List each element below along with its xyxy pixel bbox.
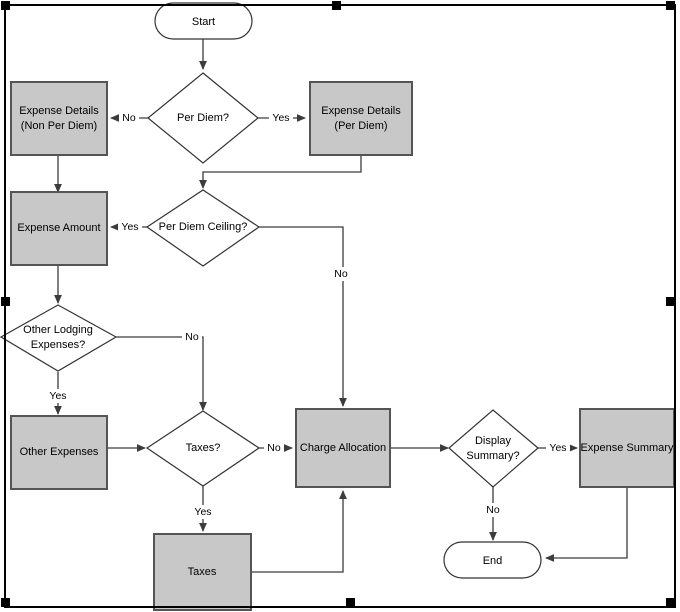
node-per-diem-ceiling-label: Per Diem Ceiling? bbox=[159, 221, 248, 233]
node-start[interactable]: Start bbox=[154, 2, 253, 40]
node-taxes-decision-label: Taxes? bbox=[186, 442, 221, 454]
node-per-diem-decision[interactable]: Per Diem? bbox=[147, 72, 259, 164]
edge-label-lodging-no: No bbox=[185, 331, 199, 343]
node-expense-summary[interactable]: Expense Summary bbox=[579, 408, 675, 488]
edge-label-per-diem-no: No bbox=[122, 112, 136, 124]
node-other-lodging-expenses-label-line2: Expenses? bbox=[31, 339, 85, 351]
edge-label-summary-no: No bbox=[486, 504, 500, 516]
edge-label-lodging-yes: Yes bbox=[49, 390, 66, 402]
edge-label-taxes-no: No bbox=[267, 442, 281, 454]
node-expense-details-non-per-diem[interactable]: Expense Details (Non Per Diem) bbox=[10, 81, 108, 156]
node-taxes-process-label: Taxes bbox=[188, 566, 217, 578]
node-end[interactable]: End bbox=[443, 541, 542, 579]
flowchart-canvas: Expense Details (Non Per Diem) --> Expen… bbox=[0, 0, 680, 612]
resize-handle-middle-left[interactable] bbox=[1, 297, 10, 306]
node-expense-details-per-diem[interactable]: Expense Details (Per Diem) bbox=[309, 81, 413, 156]
node-charge-allocation-label: Charge Allocation bbox=[300, 442, 386, 454]
connector-lodging-no bbox=[116, 336, 207, 411]
resize-handle-bottom-right[interactable] bbox=[666, 598, 675, 607]
edge-label-summary-yes: Yes bbox=[549, 442, 566, 454]
node-taxes-decision[interactable]: Taxes? bbox=[145, 410, 261, 487]
node-expense-details-non-per-diem-label-line2: (Non Per Diem) bbox=[21, 120, 97, 132]
resize-handle-top-right[interactable] bbox=[666, 1, 675, 10]
connector-taxes-to-charge-allocation bbox=[251, 490, 347, 573]
node-expense-details-non-per-diem-label-line1: Expense Details bbox=[19, 105, 99, 117]
node-expense-summary-label: Expense Summary bbox=[581, 442, 674, 454]
flowchart-diagram: Expense Details (Non Per Diem) --> Expen… bbox=[0, 1, 676, 611]
resize-handle-bottom-center[interactable] bbox=[346, 598, 355, 607]
node-display-summary-label-line2: Summary? bbox=[466, 450, 519, 462]
node-charge-allocation[interactable]: Charge Allocation bbox=[295, 408, 391, 488]
edge-label-per-diem-yes: Yes bbox=[272, 112, 289, 124]
resize-handle-top-center[interactable] bbox=[332, 1, 341, 10]
node-expense-details-per-diem-label-line1: Expense Details bbox=[321, 105, 401, 117]
node-per-diem-ceiling-decision[interactable]: Per Diem Ceiling? bbox=[145, 189, 261, 267]
edge-label-taxes-yes: Yes bbox=[194, 506, 211, 518]
node-expense-amount-label: Expense Amount bbox=[17, 222, 100, 234]
node-other-expenses[interactable]: Other Expenses bbox=[10, 415, 108, 490]
node-display-summary-label-line1: Display bbox=[475, 435, 512, 447]
edge-label-ceiling-no: No bbox=[334, 268, 348, 280]
resize-handle-bottom-left[interactable] bbox=[1, 598, 10, 607]
resize-handle-middle-right[interactable] bbox=[666, 297, 675, 306]
node-end-label: End bbox=[483, 555, 503, 567]
resize-handle-top-left[interactable] bbox=[1, 1, 10, 10]
connector-expense-summary-to-end bbox=[545, 487, 628, 562]
node-other-lodging-expenses-decision[interactable]: Other Lodging Expenses? bbox=[0, 304, 118, 372]
node-taxes-process[interactable]: Taxes bbox=[153, 533, 252, 611]
node-other-lodging-expenses-label-line1: Other Lodging bbox=[23, 324, 93, 336]
node-expense-amount[interactable]: Expense Amount bbox=[10, 191, 108, 266]
connector-ceiling-no bbox=[258, 226, 347, 407]
node-start-label: Start bbox=[192, 16, 215, 28]
node-per-diem-label: Per Diem? bbox=[177, 112, 229, 124]
connector-perdiem-to-ceiling bbox=[199, 156, 362, 189]
node-display-summary-decision[interactable]: Display Summary? bbox=[448, 409, 539, 488]
node-expense-details-per-diem-label-line2: (Per Diem) bbox=[334, 120, 387, 132]
node-other-expenses-label: Other Expenses bbox=[20, 446, 99, 458]
edge-label-ceiling-yes: Yes bbox=[121, 221, 138, 233]
